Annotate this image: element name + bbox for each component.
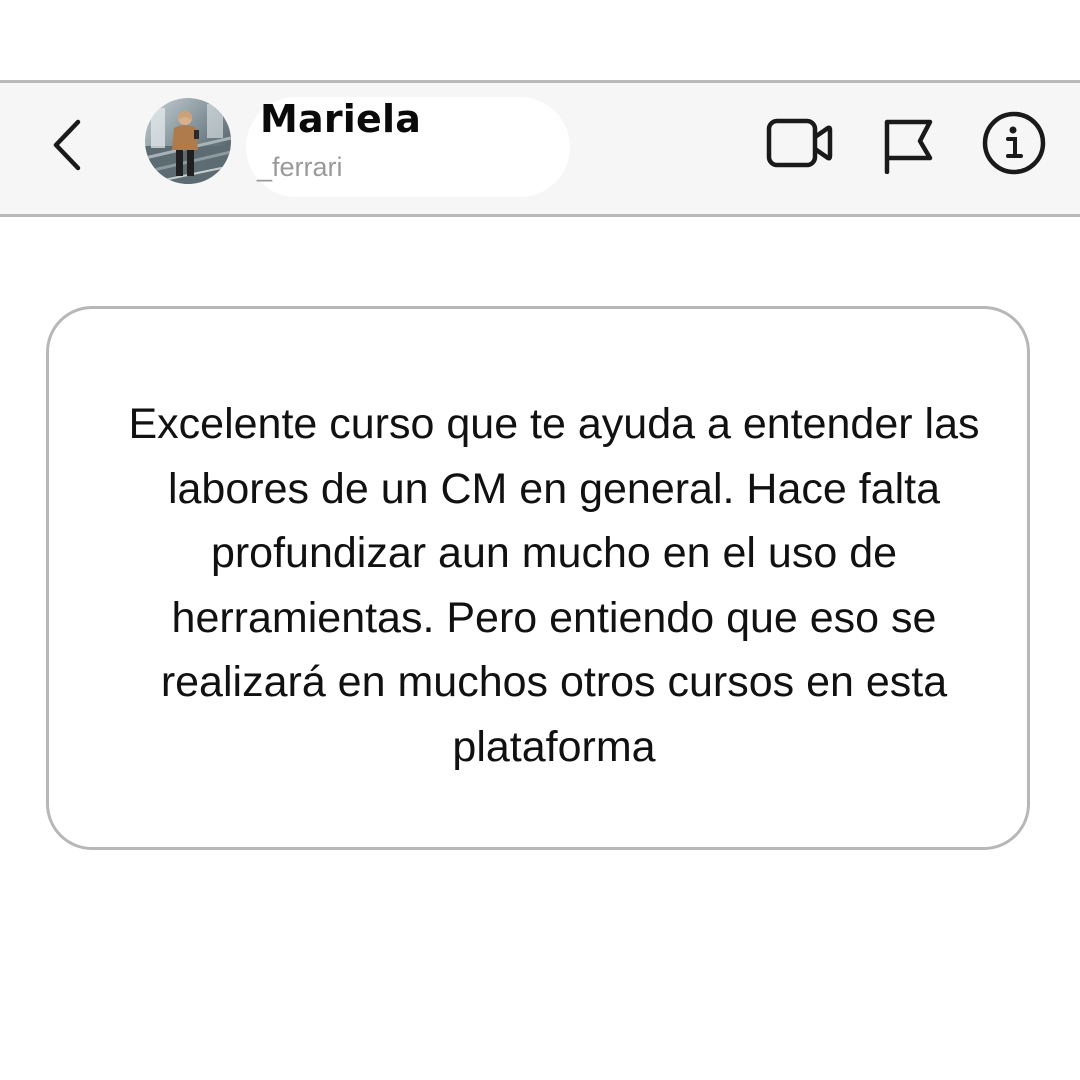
info-button[interactable]	[981, 110, 1047, 176]
avatar-photo	[145, 98, 231, 184]
video-camera-icon	[766, 118, 833, 168]
video-call-button[interactable]	[766, 115, 834, 171]
back-button[interactable]	[48, 116, 92, 174]
message-bubble: Excelente curso que te ayuda a entender …	[46, 306, 1030, 850]
avatar[interactable]	[145, 98, 231, 184]
contact-name[interactable]: Mariela	[260, 100, 421, 138]
contact-handle: _ferrari	[257, 152, 343, 182]
flag-icon	[884, 119, 933, 175]
chat-header: Mariela _ferrari	[0, 80, 1080, 217]
report-button[interactable]	[882, 114, 936, 175]
chevron-left-icon	[53, 119, 81, 171]
message-text: Excelente curso que te ayuda a entender …	[128, 400, 980, 771]
info-icon	[982, 111, 1046, 175]
